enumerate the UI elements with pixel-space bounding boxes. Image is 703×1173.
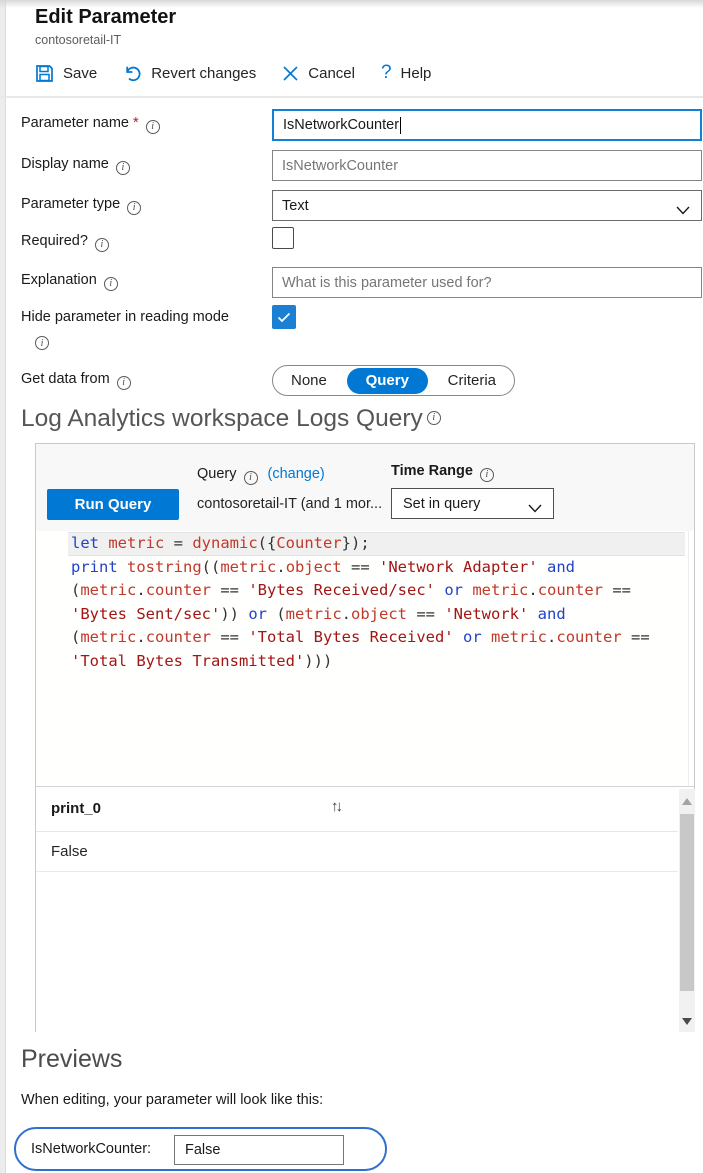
- change-query-link[interactable]: (change): [268, 466, 325, 482]
- query-label: Queryi(change): [197, 466, 325, 485]
- required-asterisk: *: [133, 115, 139, 131]
- toggle-option-query[interactable]: Query: [347, 368, 428, 394]
- chevron-down-icon: [528, 501, 542, 517]
- parameter-preview-pill: IsNetworkCounter: False: [14, 1127, 387, 1171]
- page-title: Edit Parameter: [35, 6, 176, 29]
- kql-code-editor[interactable]: let metric = dynamic({Counter});print to…: [36, 531, 694, 786]
- cancel-label: Cancel: [308, 65, 355, 82]
- get-data-from-label: Get data fromi: [21, 371, 131, 390]
- display-name-input[interactable]: IsNetworkCounter: [272, 150, 702, 181]
- parameter-name-label: Parameter name*i: [21, 115, 160, 134]
- query-panel-header: Run Query Queryi(change) contosoretail-I…: [36, 444, 694, 531]
- question-mark-icon: ?: [381, 62, 392, 84]
- time-range-value: Set in query: [403, 496, 480, 512]
- info-icon[interactable]: i: [480, 468, 494, 482]
- preview-param-label: IsNetworkCounter:: [31, 1141, 151, 1157]
- info-icon[interactable]: i: [95, 238, 109, 252]
- display-name-label: Display namei: [21, 156, 130, 175]
- hide-parameter-label: Hide parameter in reading mode: [21, 309, 229, 325]
- results-header-row: print_0 ↑↓: [36, 787, 678, 832]
- parameter-type-value: Text: [282, 198, 309, 214]
- code-line-4[interactable]: 'Bytes Sent/sec')) or (metric.object == …: [68, 603, 685, 627]
- query-editor-panel: Run Query Queryi(change) contosoretail-I…: [35, 443, 695, 1032]
- pane-left-edge: [0, 0, 6, 1173]
- explanation-input[interactable]: What is this parameter used for?: [272, 267, 702, 298]
- code-line-2[interactable]: print tostring((metric.object == 'Networ…: [68, 556, 685, 580]
- explanation-placeholder: What is this parameter used for?: [282, 275, 492, 291]
- column-header[interactable]: print_0: [51, 800, 101, 817]
- code-line-1[interactable]: let metric = dynamic({Counter});: [68, 532, 685, 556]
- cancel-button[interactable]: Cancel: [282, 65, 355, 82]
- info-icon[interactable]: i: [104, 277, 118, 291]
- query-source-text: contosoretail-IT (and 1 mor...: [197, 496, 382, 512]
- preview-caption: When editing, your parameter will look l…: [21, 1092, 323, 1108]
- top-shadow: [0, 0, 703, 8]
- info-icon[interactable]: i: [127, 201, 141, 215]
- undo-icon: [123, 64, 142, 83]
- scroll-down-arrow-icon[interactable]: [682, 1018, 692, 1025]
- display-name-placeholder: IsNetworkCounter: [282, 158, 398, 174]
- info-icon[interactable]: i: [35, 336, 49, 350]
- help-button[interactable]: ? Help: [381, 62, 431, 84]
- preview-param-input[interactable]: False: [174, 1135, 344, 1165]
- save-label: Save: [63, 65, 97, 82]
- parameter-type-select[interactable]: Text: [272, 190, 702, 221]
- code-line-6[interactable]: 'Total Bytes Transmitted'))): [68, 650, 685, 674]
- scrollbar-thumb[interactable]: [680, 814, 694, 991]
- text-cursor: [400, 117, 401, 134]
- scroll-up-arrow-icon[interactable]: [682, 798, 692, 805]
- explanation-label: Explanationi: [21, 272, 118, 291]
- preview-param-value: False: [185, 1142, 220, 1158]
- info-icon[interactable]: i: [244, 471, 258, 485]
- revert-changes-button[interactable]: Revert changes: [123, 64, 256, 83]
- header-divider: [0, 96, 703, 98]
- info-icon[interactable]: i: [146, 120, 160, 134]
- previews-heading: Previews: [21, 1045, 122, 1074]
- result-row[interactable]: False: [36, 832, 678, 872]
- info-icon[interactable]: i: [116, 161, 130, 175]
- toggle-option-none[interactable]: None: [279, 372, 339, 389]
- editor-right-edge: [688, 531, 689, 786]
- hide-parameter-checkbox[interactable]: [272, 305, 296, 329]
- parameter-type-label: Parameter typei: [21, 196, 141, 215]
- save-icon: [35, 64, 54, 83]
- revert-changes-label: Revert changes: [151, 65, 256, 82]
- sort-icon[interactable]: ↑↓: [331, 798, 340, 815]
- results-scrollbar[interactable]: [679, 789, 695, 1032]
- code-line-3[interactable]: (metric.counter == 'Bytes Received/sec' …: [68, 579, 685, 603]
- results-rows: False: [36, 832, 678, 872]
- workspace-subtitle: contosoretail-IT: [35, 33, 121, 47]
- info-icon[interactable]: i: [427, 411, 441, 425]
- toggle-option-criteria[interactable]: Criteria: [436, 372, 508, 389]
- toolbar: Save Revert changes Cancel ? Help: [35, 62, 431, 84]
- edit-parameter-pane: Edit Parameter contosoretail-IT Save Rev…: [0, 0, 703, 1173]
- check-icon: [277, 312, 291, 323]
- save-button[interactable]: Save: [35, 64, 97, 83]
- time-range-label: Time Rangei: [391, 463, 494, 482]
- query-results-grid: print_0 ↑↓ False: [36, 786, 694, 1032]
- get-data-from-toggle: None Query Criteria: [272, 365, 515, 396]
- code-line-5[interactable]: (metric.counter == 'Total Bytes Received…: [68, 626, 685, 650]
- chevron-down-icon: [676, 203, 690, 219]
- parameter-name-input[interactable]: IsNetworkCounter: [272, 109, 702, 141]
- logs-query-section-heading: Log Analytics workspace Logs Queryi: [21, 405, 441, 433]
- info-icon[interactable]: i: [117, 376, 131, 390]
- help-label: Help: [401, 65, 432, 82]
- run-query-button[interactable]: Run Query: [47, 489, 179, 520]
- time-range-dropdown[interactable]: Set in query: [391, 488, 554, 519]
- required-label: Required?i: [21, 233, 109, 252]
- required-checkbox[interactable]: [272, 227, 294, 249]
- parameter-name-value: IsNetworkCounter: [283, 117, 399, 133]
- close-icon: [282, 65, 299, 82]
